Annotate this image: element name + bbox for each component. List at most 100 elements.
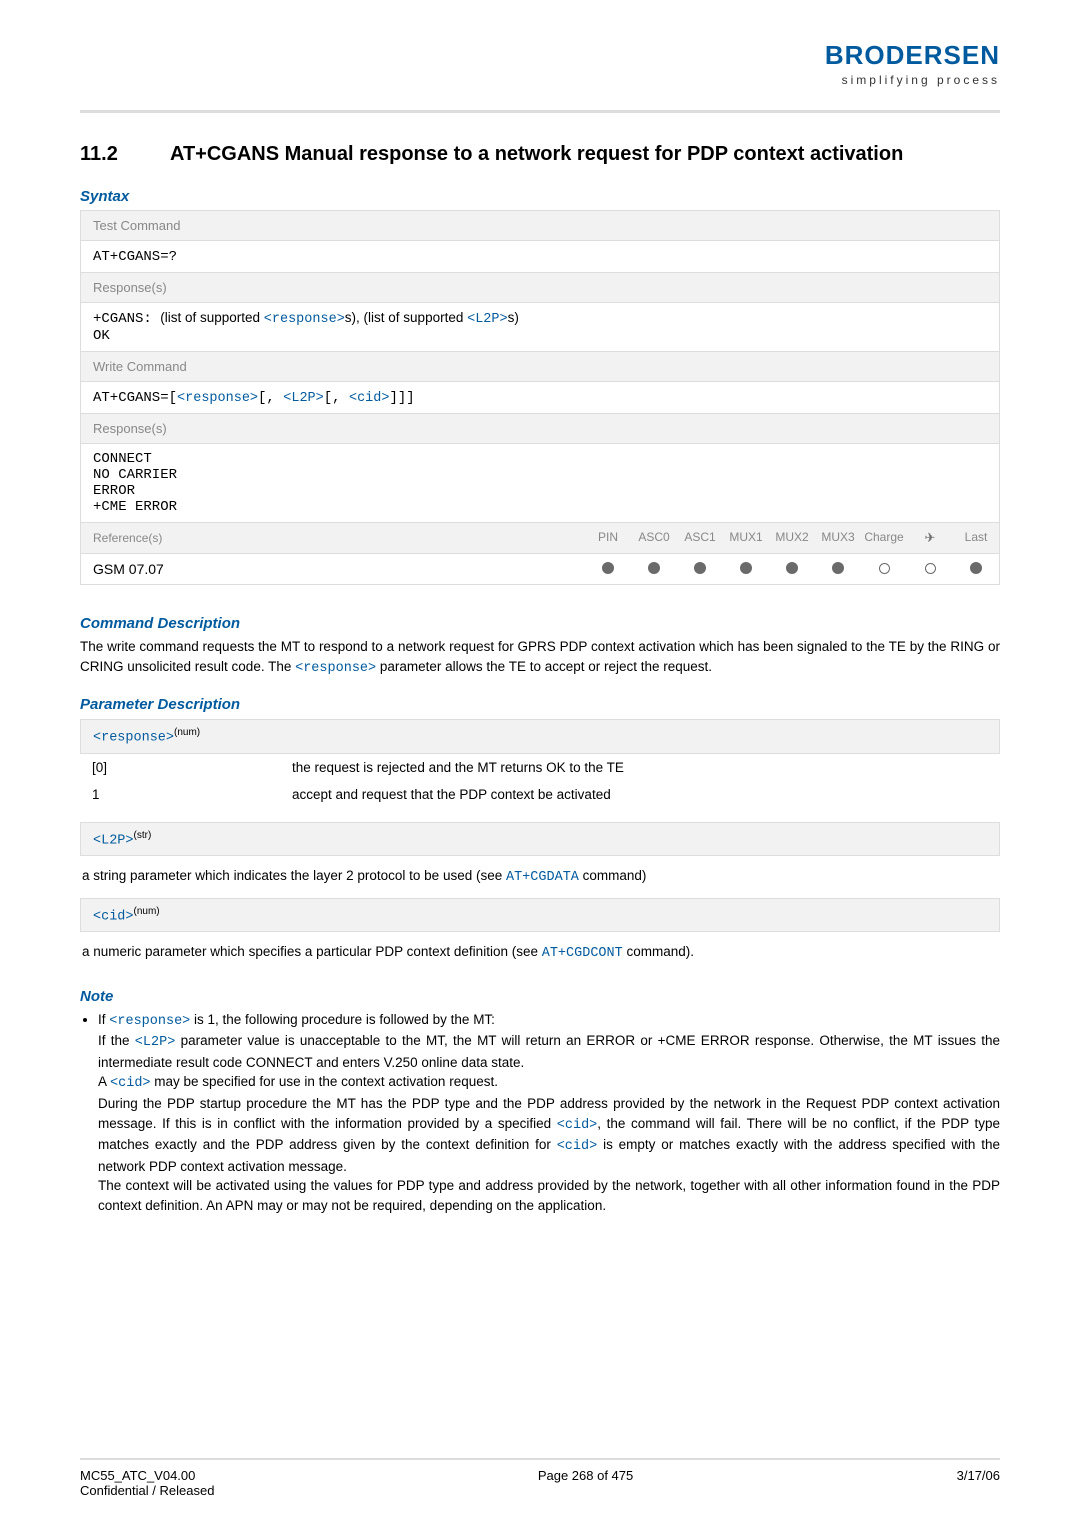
col-asc1: ASC1	[677, 523, 723, 553]
responses-label: Response(s)	[81, 272, 999, 302]
cid-desc-post: command).	[623, 944, 694, 959]
col-mux1: MUX1	[723, 523, 769, 553]
dot-mux2	[769, 555, 815, 584]
write-cmd-suffix: ]]]	[390, 390, 415, 406]
note-param-cid-2: <cid>	[557, 1118, 598, 1133]
param-cid: <cid>	[349, 391, 390, 406]
l2p-desc-post: command)	[579, 868, 647, 883]
dot-fill-icon	[832, 562, 844, 574]
syntax-box: Test Command AT+CGANS=? Response(s) +CGA…	[80, 210, 1000, 585]
param-row1-desc: accept and request that the PDP context …	[292, 787, 988, 802]
note-l1a: If	[98, 1012, 109, 1027]
cid-desc-link[interactable]: AT+CGDCONT	[542, 946, 623, 961]
note-l3b: may be specified for use in the context …	[151, 1074, 498, 1089]
test-resp-mid2: s), (list of supported	[345, 310, 467, 325]
command-description-label: Command Description	[80, 615, 1000, 632]
dot-fill-icon	[970, 562, 982, 574]
col-mux2: MUX2	[769, 523, 815, 553]
note-param-cid-3: <cid>	[557, 1139, 598, 1154]
param-row-0: [0] the request is rejected and the MT r…	[80, 754, 1000, 781]
param-l2p-type: (str)	[134, 830, 152, 841]
brand-name: BRODERSEN	[825, 40, 1000, 71]
ok-text: OK	[93, 328, 110, 344]
test-resp-mid3: s)	[508, 310, 519, 325]
note-param-response: <response>	[109, 1014, 190, 1029]
write-cmd-sep2: [,	[324, 390, 349, 406]
reference-header-row: Reference(s) PIN ASC0 ASC1 MUX1 MUX2 MUX…	[81, 522, 999, 553]
page-footer: MC55_ATC_V04.00 Confidential / Released …	[80, 1458, 1000, 1498]
syntax-label: Syntax	[80, 188, 1000, 205]
test-command-row: AT+CGANS=?	[81, 240, 999, 272]
brand-tagline: simplifying process	[825, 73, 1000, 87]
col-last: Last	[953, 523, 999, 553]
cid-desc-pre: a numeric parameter which specifies a pa…	[82, 944, 542, 959]
dot-fill-icon	[648, 562, 660, 574]
write-cmd-prefix: AT+CGANS=[	[93, 390, 177, 406]
l2p-desc-link[interactable]: AT+CGDATA	[506, 870, 579, 885]
param-row0-desc: the request is rejected and the MT retur…	[292, 760, 988, 775]
dot-asc1	[677, 555, 723, 584]
test-resp-prefix: +CGANS:	[93, 311, 160, 327]
col-airplane-icon: ✈	[907, 523, 953, 553]
footer-left1: MC55_ATC_V04.00	[80, 1468, 214, 1483]
note-l3a: A	[98, 1074, 110, 1089]
note-l5: The context will be activated using the …	[98, 1178, 1000, 1213]
param-cid-type: (num)	[134, 906, 160, 917]
param-row0-key: [0]	[92, 760, 292, 775]
write-command-label: Write Command	[81, 351, 999, 381]
section-heading: 11.2 AT+CGANS Manual response to a netwo…	[80, 143, 1000, 166]
heading-title: AT+CGANS Manual response to a network re…	[170, 143, 1000, 166]
note-item: If <response> is 1, the following proced…	[98, 1010, 1000, 1216]
write-cmd-sep1: [,	[258, 390, 283, 406]
dot-mux1	[723, 555, 769, 584]
dot-empty-icon	[925, 563, 936, 574]
dot-pin	[585, 555, 631, 584]
l2p-desc-pre: a string parameter which indicates the l…	[82, 868, 506, 883]
note-list: If <response> is 1, the following proced…	[80, 1010, 1000, 1216]
dot-fill-icon	[694, 562, 706, 574]
test-command-label: Test Command	[81, 211, 999, 240]
dot-last	[953, 555, 999, 584]
dot-charge	[861, 555, 907, 584]
dot-empty-icon	[879, 563, 890, 574]
reference-body-row: GSM 07.07	[81, 553, 999, 584]
note-l2b: parameter value is unacceptable to the M…	[98, 1033, 1000, 1070]
reference-name: GSM 07.07	[81, 554, 585, 584]
param-response-3: <response>	[295, 661, 376, 676]
param-response: <response>	[264, 312, 345, 327]
col-asc0: ASC0	[631, 523, 677, 553]
write-response-row: CONNECT NO CARRIER ERROR +CME ERROR	[81, 443, 999, 522]
note-param-cid: <cid>	[110, 1076, 151, 1091]
dot-asc0	[631, 555, 677, 584]
parameter-description-label: Parameter Description	[80, 696, 1000, 713]
param-row1-key: 1	[92, 787, 292, 802]
bottom-rule	[80, 1458, 1000, 1460]
test-command: AT+CGANS=?	[93, 249, 177, 265]
top-rule	[80, 110, 1000, 113]
dot-fill-icon	[602, 562, 614, 574]
heading-number: 11.2	[80, 143, 170, 166]
dot-mux3	[815, 555, 861, 584]
write-resp-l1: CONNECT	[93, 451, 987, 467]
dot-fill-icon	[740, 562, 752, 574]
param-l2p-header: <L2P>(str)	[80, 822, 1000, 857]
param-response-2: <response>	[177, 391, 258, 406]
footer-left: MC55_ATC_V04.00 Confidential / Released	[80, 1468, 214, 1498]
param-l2p-name: <L2P>	[93, 833, 134, 848]
dot-fill-icon	[786, 562, 798, 574]
note-l1b: is 1, the following procedure is followe…	[190, 1012, 495, 1027]
param-cid-desc: a numeric parameter which specifies a pa…	[80, 936, 1000, 964]
test-resp-mid1: (list of supported	[160, 310, 264, 325]
cmd-desc-p2: parameter allows the TE to accept or rej…	[376, 659, 712, 674]
responses-label-2: Response(s)	[81, 413, 999, 443]
command-description-text: The write command requests the MT to res…	[80, 637, 1000, 678]
footer-left2: Confidential / Released	[80, 1483, 214, 1498]
param-cid-name: <cid>	[93, 909, 134, 924]
write-resp-l2: NO CARRIER	[93, 467, 987, 483]
param-l2p-2: <L2P>	[283, 391, 324, 406]
param-response-header: <response>(num)	[80, 719, 1000, 754]
test-response-row: +CGANS: (list of supported <response>s),…	[81, 302, 999, 351]
brand-header: BRODERSEN simplifying process	[825, 40, 1000, 87]
note-label: Note	[80, 988, 1000, 1005]
write-command-row: AT+CGANS=[<response>[, <L2P>[, <cid>]]]	[81, 381, 999, 413]
